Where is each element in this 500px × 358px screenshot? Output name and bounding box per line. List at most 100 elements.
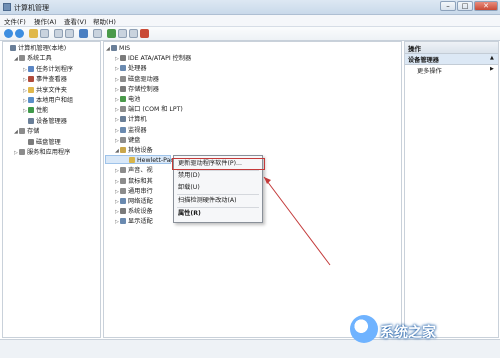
menu-separator	[177, 207, 259, 208]
folder-up-icon[interactable]	[29, 29, 38, 38]
device-tree-label: IDE ATA/ATAPI 控制器	[128, 55, 192, 63]
actions-title: 操作	[408, 45, 421, 53]
watermark-logo-icon	[350, 315, 378, 343]
watermark-text: 系统之家	[380, 325, 436, 341]
help-icon[interactable]	[79, 29, 88, 38]
minimize-button[interactable]: –	[440, 1, 456, 11]
menu-view[interactable]: 查看(V)	[64, 16, 87, 26]
device-tree-label: 显示适配	[128, 218, 153, 226]
menu-disable[interactable]: 禁用(D)	[176, 171, 260, 181]
device-icon	[10, 45, 16, 51]
device-tree-item[interactable]: ▷ 鼠标和其	[115, 177, 153, 186]
forward-icon[interactable]	[15, 29, 24, 38]
device-tree-label: 存储控制器	[128, 85, 159, 93]
device-icon	[120, 218, 126, 225]
window-title: 计算机管理	[14, 4, 49, 12]
device-tree-item[interactable]: ▷ 监视器	[115, 126, 147, 135]
app-icon	[3, 3, 11, 11]
device-icon	[111, 45, 117, 51]
device-tree-label: 处理器	[128, 65, 147, 73]
device-tree-item[interactable]: ▷ IDE ATA/ATAPI 控制器	[115, 54, 191, 63]
device-tree-item[interactable]: ▷ 键盘	[115, 136, 140, 145]
maximize-button[interactable]: □	[457, 1, 473, 11]
menu-action[interactable]: 操作(A)	[34, 16, 57, 26]
device-tree-label: 监视器	[128, 126, 147, 134]
device-tree-item[interactable]: ▷ 系统设备	[115, 207, 153, 216]
menu-bar: 文件(F) 操作(A) 查看(V) 帮助(H)	[0, 15, 500, 27]
menu-scan-hardware[interactable]: 扫描检测硬件改动(A)	[176, 196, 260, 206]
device-icon	[28, 76, 34, 83]
device-tree-item[interactable]: ▷ 计算机	[115, 115, 147, 124]
nav-tree-label: 存储	[27, 128, 40, 136]
nav-tree-item[interactable]: ▷ 任务计划程序	[23, 65, 73, 74]
nav-tree-label: 服务和应用程序	[27, 149, 71, 156]
device-tree-item[interactable]: ▷ 网络适配	[115, 197, 153, 206]
scan-hardware-icon[interactable]	[107, 29, 116, 38]
device-tree-label: 电池	[128, 96, 141, 103]
device-icon	[120, 177, 126, 184]
device-icon	[120, 167, 126, 174]
device-icon	[19, 55, 25, 62]
device-tree-item[interactable]: ▷ 端口 (COM 和 LPT)	[115, 105, 183, 114]
menu-uninstall[interactable]: 卸载(U)	[176, 183, 260, 193]
device-icon	[120, 198, 126, 204]
device-icon	[120, 147, 126, 153]
nav-tree-item[interactable]: 计算机管理(本地)	[5, 44, 66, 53]
nav-tree-item[interactable]: ▷ 本地用户和组	[23, 96, 73, 105]
nav-tree-item[interactable]: ◢ 系统工具	[14, 54, 52, 63]
navigation-tree: 计算机管理(本地) ◢ 系统工具 ▷ 任务计划程序 ▷ 事件查看器 ▷ 共享文件夹 ▷ 本地用户和组…	[2, 41, 101, 338]
back-icon[interactable]	[4, 29, 13, 38]
device-icon	[129, 157, 135, 164]
device-tree-label: 系统设备	[128, 208, 153, 216]
nav-tree-item[interactable]: ▷ 性能	[23, 106, 48, 115]
uninstall-icon[interactable]	[129, 29, 138, 38]
device-icon	[19, 149, 25, 155]
device-icon	[28, 86, 34, 93]
device-tree-label: 鼠标和其	[128, 177, 153, 185]
device-tree-item[interactable]: ▷ 显示适配	[115, 217, 153, 226]
nav-tree-label: 磁盘管理	[36, 138, 61, 146]
device-tree-item[interactable]: ◢ MIS	[106, 44, 130, 53]
close-button[interactable]: ✕	[474, 1, 498, 11]
actions-section[interactable]: 设备管理器 ▲	[405, 54, 498, 65]
disable-icon[interactable]	[140, 29, 149, 38]
device-tree-item[interactable]: ▷ 通用串行	[115, 187, 153, 196]
device-tree-item[interactable]: ▷ 处理器	[115, 64, 147, 73]
nav-tree-item[interactable]: ▷ 共享文件夹	[23, 86, 67, 95]
nav-tree-item[interactable]: 磁盘管理	[23, 138, 61, 147]
toolbar	[0, 27, 500, 41]
device-icon	[120, 96, 126, 102]
nav-tree-item[interactable]: ▷ 事件查看器	[23, 75, 67, 84]
device-tree-item[interactable]: ▷ 磁盘驱动器	[115, 75, 159, 84]
update-driver-icon[interactable]	[118, 29, 127, 38]
device-tree-item[interactable]: ▷ 声音、视	[115, 166, 153, 175]
menu-help[interactable]: 帮助(H)	[93, 16, 116, 26]
nav-tree-item[interactable]: ◢ 存储	[14, 127, 39, 136]
device-icon	[120, 55, 126, 62]
nav-tree-label: 系统工具	[27, 55, 52, 63]
show-tree-icon[interactable]	[40, 29, 49, 38]
device-tree-item[interactable]: ◢ 其他设备	[115, 146, 153, 155]
device-tree-item[interactable]: ▷ 电池	[115, 95, 140, 104]
menu-properties[interactable]: 属性(R)	[176, 209, 260, 219]
properties-icon[interactable]	[54, 29, 63, 38]
nav-tree-item[interactable]: 设备管理器	[23, 117, 67, 126]
device-icon	[19, 128, 25, 135]
device-tree-item[interactable]: ▷ 存储控制器	[115, 85, 159, 94]
device-icon	[120, 85, 126, 92]
nav-tree-item[interactable]: ▷ 服务和应用程序	[14, 148, 70, 157]
device-icon	[120, 65, 126, 72]
menu-file[interactable]: 文件(F)	[4, 16, 26, 26]
device-icon	[120, 126, 126, 133]
refresh-icon[interactable]	[65, 29, 74, 38]
more-actions-link[interactable]: 更多操作	[417, 66, 442, 75]
device-tree-label: 计算机	[128, 116, 147, 124]
device-tree-label: 磁盘驱动器	[128, 75, 159, 83]
more-arrow-icon: ▶	[490, 66, 494, 72]
device-icon	[120, 208, 126, 215]
collapse-icon[interactable]: ▲	[490, 55, 494, 61]
export-icon[interactable]	[93, 29, 102, 38]
device-icon	[120, 136, 126, 143]
nav-tree-label: 本地用户和组	[36, 97, 74, 104]
device-tree-label: 端口 (COM 和 LPT)	[128, 106, 183, 114]
